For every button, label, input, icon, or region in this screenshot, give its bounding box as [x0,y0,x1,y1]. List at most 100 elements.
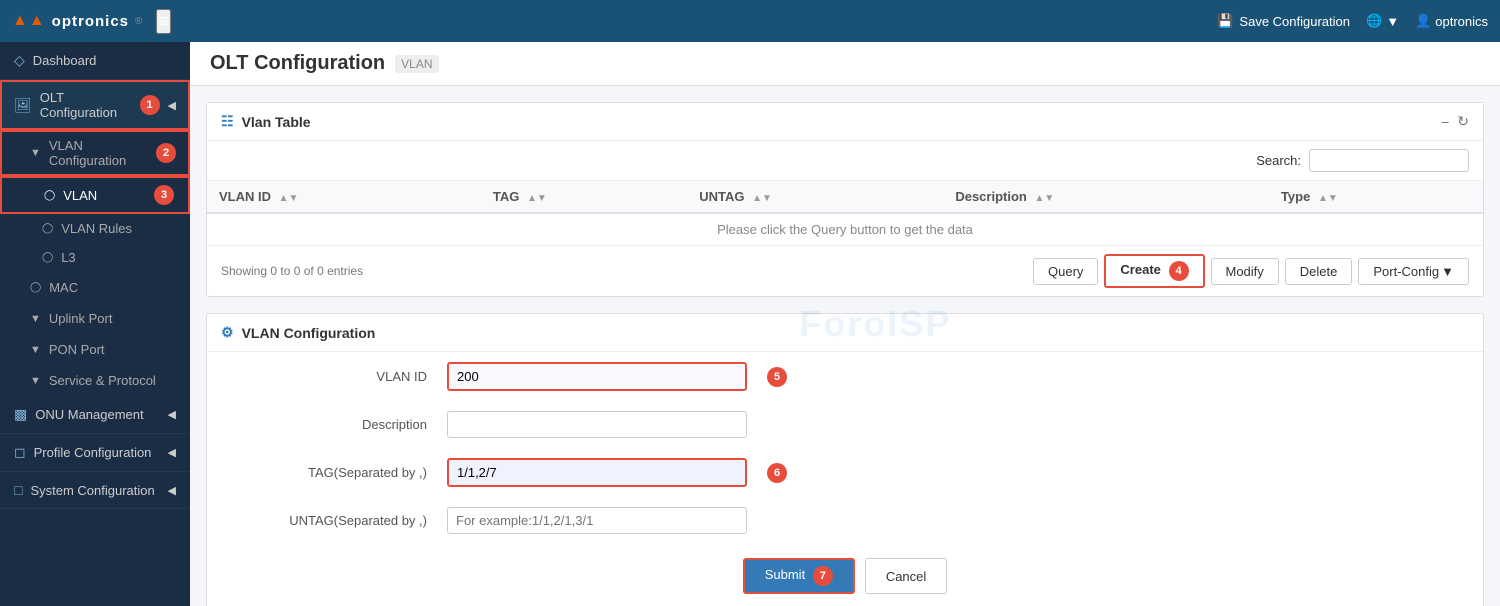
tag-input[interactable] [447,458,747,487]
minimize-button[interactable]: − [1441,113,1449,130]
chevron-icon-pon: ▼ [30,344,41,356]
form-actions: Submit 7 Cancel [207,544,1483,606]
delete-button[interactable]: Delete [1285,258,1353,285]
dashboard-icon: ◇ [14,52,25,69]
sidebar-item-olt-configuration[interactable]: 🖼 OLT Configuration 1 ◀ [0,80,190,130]
navbar-left: ▲▲ optronics ® ≡ [12,9,171,34]
form-row-tag: TAG(Separated by ,) 6 [207,448,1483,497]
radio-icon-rules: ◯ [42,223,53,234]
sidebar-item-vlan[interactable]: ◯ VLAN 3 [0,176,190,214]
monitor-icon: 🖼 [14,97,32,114]
form-row-description: Description [207,401,1483,448]
user-menu-button[interactable]: 👤 optronics [1415,13,1488,29]
col-type: Type ▲▼ [1269,181,1483,213]
sidebar-item-uplink-port[interactable]: ▼ Uplink Port [0,303,190,334]
sidebar: ◇ Dashboard 🖼 OLT Configuration 1 ◀ ▼ VL… [0,42,190,606]
refresh-button[interactable]: ↻ [1457,113,1469,130]
onu-icon: ▩ [14,406,27,423]
form-row-untag: UNTAG(Separated by ,) [207,497,1483,544]
chevron-icon: ◀ [168,99,176,112]
hamburger-button[interactable]: ≡ [156,9,171,34]
panel-header: ☷ Vlan Table − ↻ [207,103,1483,141]
profile-icon: ◻ [14,444,26,461]
sort-icon-untag: ▲▼ [752,193,772,204]
chevron-down-icon: ▼ [30,147,41,159]
table-header: VLAN ID ▲▼ TAG ▲▼ UNTAG ▲▼ Description [207,181,1483,213]
table-footer: Showing 0 to 0 of 0 entries Query Create… [207,246,1483,296]
sidebar-item-system-configuration[interactable]: □ System Configuration ◀ [0,472,190,509]
vlan-id-label: VLAN ID [267,369,427,384]
description-input[interactable] [447,411,747,438]
search-bar: Search: [207,141,1483,181]
table-body: Please click the Query button to get the… [207,213,1483,246]
submit-button[interactable]: Submit 7 [743,558,855,594]
tag-label: TAG(Separated by ,) [267,465,427,480]
sidebar-item-vlan-rules[interactable]: ◯ VLAN Rules [0,214,190,243]
search-input[interactable] [1309,149,1469,172]
untag-label: UNTAG(Separated by ,) [267,513,427,528]
badge-1: 1 [140,95,160,115]
chevron-icon-system: ◀ [168,484,176,497]
sort-icon-type: ▲▼ [1318,193,1338,204]
vlan-table: VLAN ID ▲▼ TAG ▲▼ UNTAG ▲▼ Description [207,181,1483,246]
untag-input[interactable] [447,507,747,534]
chevron-icon-uplink: ▼ [30,313,41,325]
language-button[interactable]: 🌐 ▼ [1366,13,1399,29]
radio-icon: ◯ [44,190,55,201]
col-description: Description ▲▼ [943,181,1269,213]
sidebar-item-pon-port[interactable]: ▼ PON Port [0,334,190,365]
vlan-id-input[interactable] [447,362,747,391]
navbar-right: 💾 Save Configuration 🌐 ▼ 👤 optronics [1217,13,1488,29]
table-empty-row: Please click the Query button to get the… [207,213,1483,246]
col-tag: TAG ▲▼ [481,181,687,213]
vlan-table-panel: ☷ Vlan Table − ↻ Search: VLAN ID [206,102,1484,297]
chevron-icon-profile: ◀ [168,446,176,459]
col-untag: UNTAG ▲▼ [687,181,943,213]
query-button[interactable]: Query [1033,258,1098,285]
sort-icon-tag: ▲▼ [527,193,547,204]
sidebar-item-onu-management[interactable]: ▩ ONU Management ◀ [0,396,190,434]
sidebar-item-mac[interactable]: ◯ MAC [0,272,190,303]
col-vlan-id: VLAN ID ▲▼ [207,181,481,213]
radio-icon-mac: ◯ [30,282,41,293]
sort-icon-vlanid: ▲▼ [279,193,299,204]
badge-5: 5 [767,367,787,387]
port-config-button[interactable]: Port-Config ▼ [1358,258,1469,285]
search-label: Search: [1256,153,1301,168]
config-icon: ⚙ [221,324,234,341]
create-button[interactable]: Create 4 [1104,254,1204,288]
globe-icon: 🌐 [1366,13,1382,29]
showing-entries: Showing 0 to 0 of 0 entries [221,264,363,278]
navbar: ▲▲ optronics ® ≡ 💾 Save Configuration 🌐 … [0,0,1500,42]
action-buttons: Query Create 4 Modify Delete Port-Config… [1033,254,1469,288]
system-icon: □ [14,482,22,498]
vlan-config-panel: ⚙ VLAN Configuration VLAN ID 5 Descripti… [206,313,1484,606]
sidebar-item-l3[interactable]: ◯ L3 [0,243,190,272]
sidebar-item-profile-configuration[interactable]: ◻ Profile Configuration ◀ [0,434,190,472]
page-title: OLT Configuration [210,52,385,75]
chevron-icon-service: ▼ [30,375,41,387]
sidebar-item-vlan-configuration[interactable]: ▼ VLAN Configuration 2 [0,130,190,176]
chevron-down-icon: ▼ [1386,14,1399,29]
chevron-icon-onu: ◀ [168,408,176,421]
main-content: ForoISP OLT Configuration VLAN ☷ Vlan Ta… [190,42,1500,606]
table-icon: ☷ [221,113,234,130]
panel-header-left: ☷ Vlan Table [221,113,311,130]
vlan-config-header: ⚙ VLAN Configuration [207,314,1483,352]
port-config-chevron: ▼ [1441,264,1454,279]
save-configuration-button[interactable]: 💾 Save Configuration [1217,13,1350,29]
badge-2: 2 [156,143,176,163]
user-icon: 👤 [1415,13,1431,29]
page-header: OLT Configuration VLAN [190,42,1500,86]
badge-7: 7 [813,566,833,586]
sidebar-item-dashboard[interactable]: ◇ Dashboard [0,42,190,80]
badge-4: 4 [1169,261,1189,281]
layout: ◇ Dashboard 🖼 OLT Configuration 1 ◀ ▼ VL… [0,42,1500,606]
form-row-vlan-id: VLAN ID 5 [207,352,1483,401]
breadcrumb: VLAN [395,55,438,73]
cancel-button[interactable]: Cancel [865,558,947,594]
description-label: Description [267,417,427,432]
sidebar-item-service-protocol[interactable]: ▼ Service & Protocol [0,365,190,396]
modify-button[interactable]: Modify [1211,258,1279,285]
sort-icon-desc: ▲▼ [1034,193,1054,204]
